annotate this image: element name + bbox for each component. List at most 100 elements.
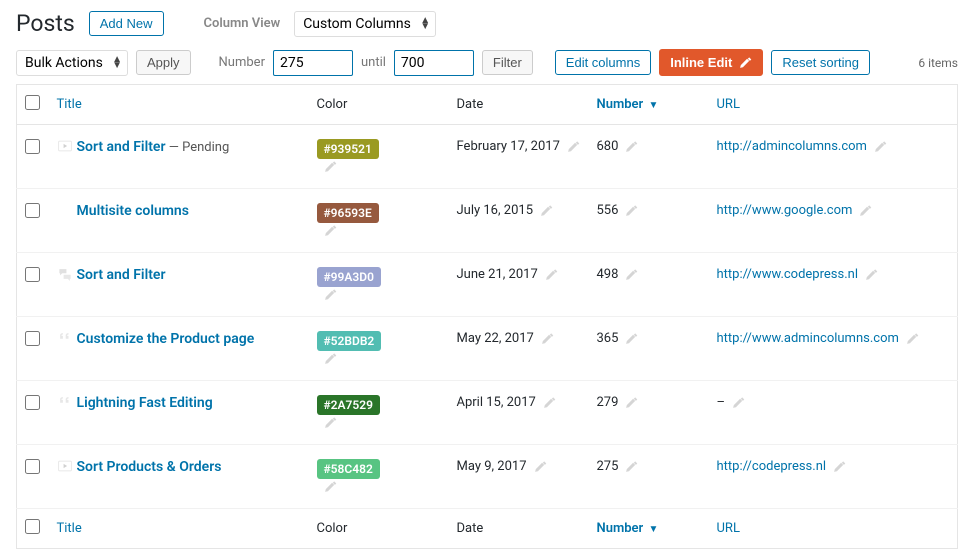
number-value: 365 [597, 331, 619, 346]
number-from-input[interactable] [273, 50, 353, 76]
format-video-icon [57, 139, 73, 153]
post-title-link[interactable]: Sort Products & Orders [77, 459, 222, 475]
date-value: July 16, 2015 [457, 203, 534, 218]
pencil-icon[interactable] [544, 268, 558, 282]
items-count: 6 items [918, 56, 958, 70]
date-value: May 22, 2017 [457, 331, 534, 346]
pencil-icon[interactable] [533, 460, 547, 474]
pencil-icon[interactable] [624, 460, 638, 474]
col-footer-title[interactable]: Title [49, 509, 309, 549]
number-filter-label: Number [219, 55, 265, 70]
color-badge: #2A7529 [317, 395, 380, 415]
date-value: May 9, 2017 [457, 459, 527, 474]
col-header-color: Color [309, 85, 449, 125]
table-row: Sort Products & Orders #58C482 May 9, 2017… [17, 445, 958, 509]
table-row: Sort and Filter — Pending #939521 February… [17, 125, 958, 189]
post-title-link[interactable]: Multisite columns [77, 203, 189, 219]
pencil-icon[interactable] [323, 288, 337, 302]
row-checkbox[interactable] [25, 267, 40, 282]
pencil-icon[interactable] [731, 396, 745, 410]
column-view-select[interactable]: Custom Columns [294, 11, 436, 37]
select-all-checkbox-footer[interactable] [25, 519, 40, 534]
col-footer-color: Color [309, 509, 449, 549]
pencil-icon[interactable] [323, 160, 337, 174]
pencil-icon[interactable] [540, 332, 554, 346]
post-title-link[interactable]: Sort and Filter [77, 139, 166, 155]
url-link[interactable]: http://www.codepress.nl [717, 267, 858, 282]
post-title-link[interactable]: Customize the Product page [77, 331, 255, 347]
pencil-icon[interactable] [323, 416, 337, 430]
date-value: February 17, 2017 [457, 139, 560, 154]
post-title-link[interactable]: Lightning Fast Editing [77, 395, 213, 411]
table-row: Customize the Product page #52BDB2 May 22,… [17, 317, 958, 381]
number-value: 556 [597, 203, 619, 218]
select-all-checkbox[interactable] [25, 95, 40, 110]
pencil-icon[interactable] [905, 332, 919, 346]
color-badge: #58C482 [317, 459, 380, 479]
url-link[interactable]: http://www.admincolumns.com [717, 331, 899, 346]
pencil-icon[interactable] [624, 204, 638, 218]
color-badge: #99A3D0 [317, 267, 381, 287]
col-header-title[interactable]: Title [49, 85, 309, 125]
pencil-icon[interactable] [832, 460, 846, 474]
pencil-icon[interactable] [539, 204, 553, 218]
until-label: until [361, 55, 386, 70]
pencil-icon[interactable] [624, 140, 638, 154]
reset-sorting-button[interactable]: Reset sorting [771, 50, 870, 75]
table-row: Lightning Fast Editing #2A7529 April 15, 2… [17, 381, 958, 445]
table-row: Sort and Filter #99A3D0 June 21, 2017 498 ht… [17, 253, 958, 317]
number-value: 279 [597, 395, 619, 410]
apply-button[interactable]: Apply [136, 50, 191, 75]
col-header-number[interactable]: Number ▼ [589, 85, 709, 125]
bulk-actions-select[interactable]: Bulk Actions [16, 50, 128, 76]
page-title: Posts [16, 10, 75, 37]
url-link[interactable]: http://admincolumns.com [717, 139, 867, 154]
pencil-icon[interactable] [864, 268, 878, 282]
pencil-icon[interactable] [542, 396, 556, 410]
posts-table: Title Color Date Number ▼ URL Sort and F… [16, 84, 958, 549]
col-footer-date: Date [449, 509, 589, 549]
sort-desc-icon: ▼ [648, 524, 658, 535]
post-status: — Pending [165, 140, 229, 155]
add-new-button[interactable]: Add New [89, 11, 164, 36]
number-value: 275 [597, 459, 619, 474]
col-header-date: Date [449, 85, 589, 125]
col-footer-number[interactable]: Number ▼ [589, 509, 709, 549]
format-video-icon [57, 459, 73, 473]
color-badge: #52BDB2 [317, 331, 382, 351]
edit-icon [738, 56, 752, 70]
pencil-icon[interactable] [873, 140, 887, 154]
pencil-icon[interactable] [323, 480, 337, 494]
color-badge: #96593E [317, 203, 379, 223]
url-link[interactable]: http://www.google.com [717, 203, 853, 218]
pencil-icon[interactable] [624, 332, 638, 346]
pencil-icon[interactable] [624, 396, 638, 410]
url-value: – [717, 395, 726, 410]
col-header-url[interactable]: URL [709, 85, 958, 125]
row-checkbox[interactable] [25, 203, 40, 218]
format-quote-icon [57, 395, 73, 409]
url-link[interactable]: http://codepress.nl [717, 459, 827, 474]
number-value: 498 [597, 267, 619, 282]
post-title-link[interactable]: Sort and Filter [77, 267, 166, 283]
color-badge: #939521 [317, 139, 379, 159]
pencil-icon[interactable] [323, 352, 337, 366]
column-view-label: Column View [204, 16, 281, 31]
inline-edit-button[interactable]: Inline Edit [659, 49, 763, 76]
number-to-input[interactable] [394, 50, 474, 76]
pencil-icon[interactable] [566, 140, 580, 154]
row-checkbox[interactable] [25, 331, 40, 346]
number-value: 680 [597, 139, 619, 154]
pencil-icon[interactable] [323, 224, 337, 238]
row-checkbox[interactable] [25, 139, 40, 154]
filter-button[interactable]: Filter [482, 50, 533, 75]
pencil-icon[interactable] [858, 204, 872, 218]
col-footer-url[interactable]: URL [709, 509, 958, 549]
row-checkbox[interactable] [25, 459, 40, 474]
date-value: June 21, 2017 [457, 267, 538, 282]
date-value: April 15, 2017 [457, 395, 536, 410]
format-quote-icon [57, 331, 73, 345]
row-checkbox[interactable] [25, 395, 40, 410]
pencil-icon[interactable] [624, 268, 638, 282]
edit-columns-button[interactable]: Edit columns [555, 50, 651, 75]
